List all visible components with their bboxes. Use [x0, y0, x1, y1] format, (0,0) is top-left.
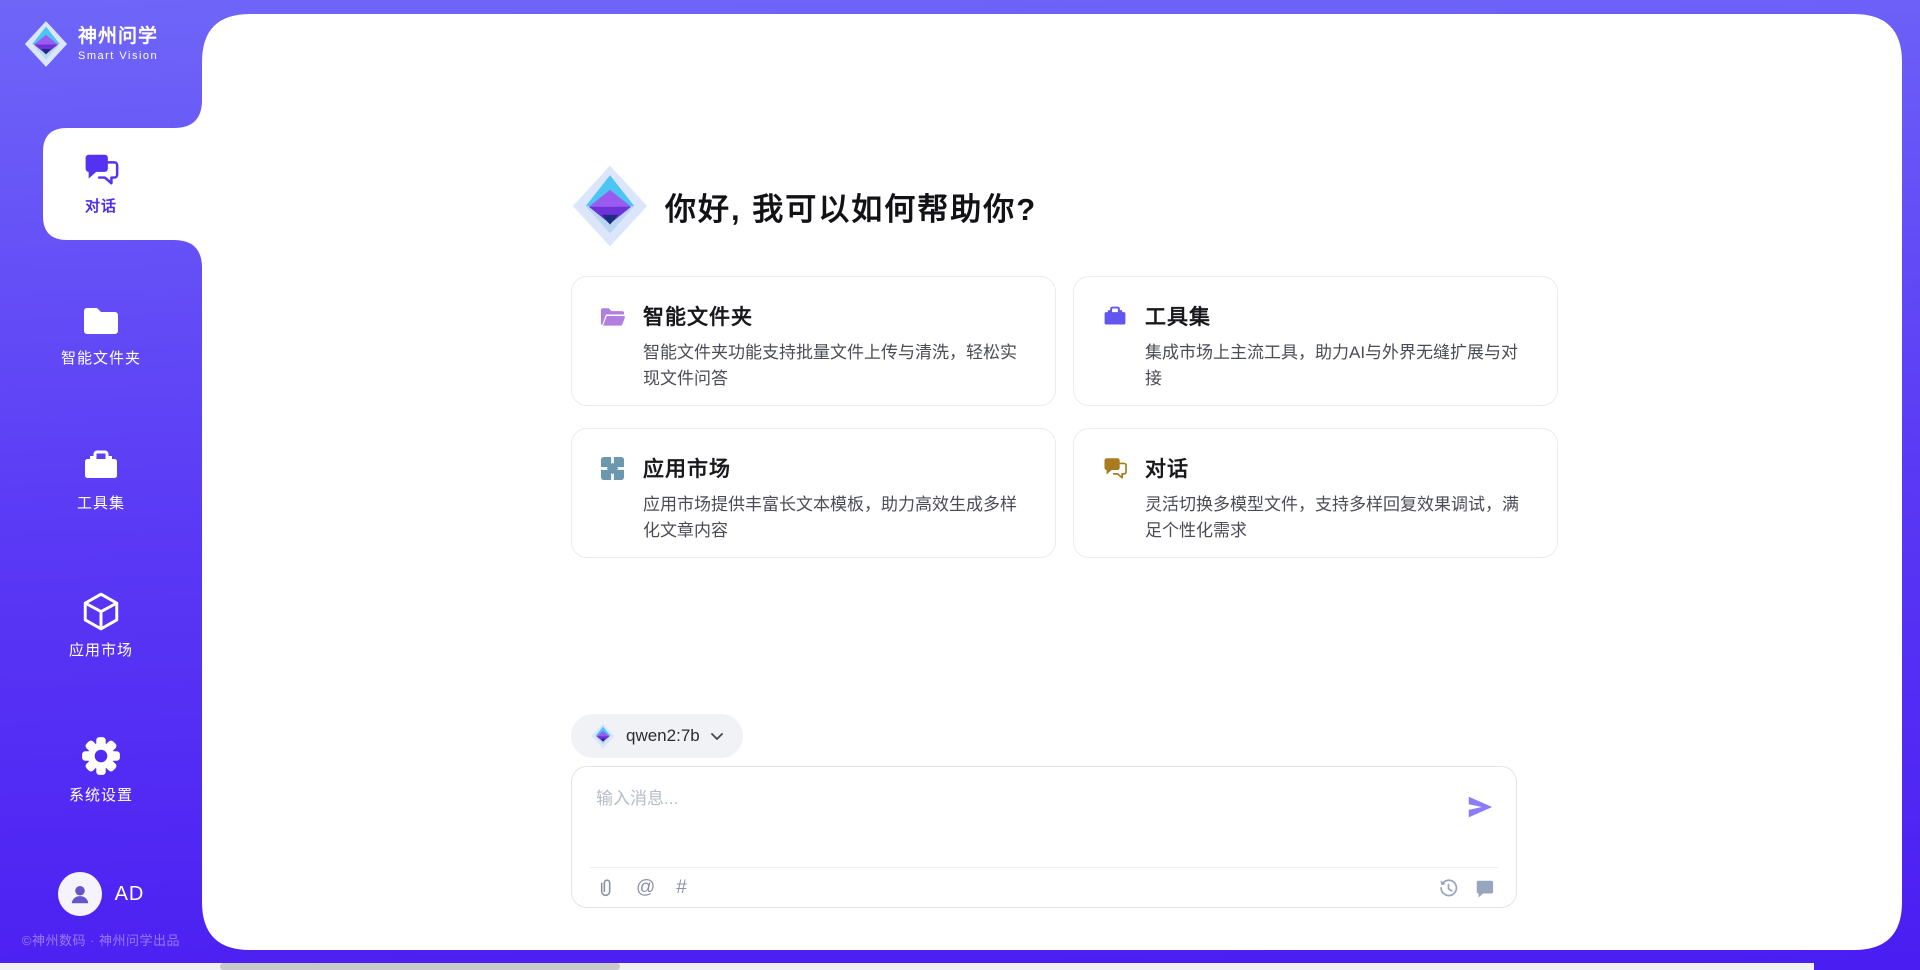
attach-button[interactable] — [596, 878, 615, 899]
card-head: 对话 — [1101, 453, 1531, 483]
model-selector[interactable]: qwen2:7b — [571, 714, 743, 758]
user-name: AD — [115, 883, 145, 906]
greeting: 你好, 我可以如何帮助你? — [571, 164, 1037, 248]
person-icon — [67, 881, 93, 907]
card-head: 智能文件夹 — [599, 301, 1029, 331]
user-chip[interactable]: AD — [0, 872, 202, 916]
mention-button[interactable]: @ — [636, 877, 655, 899]
hash-icon: # — [676, 877, 687, 899]
model-gem-icon — [591, 723, 615, 749]
gear-icon — [80, 735, 122, 777]
card-description: 集成市场上主流工具，助力AI与外界无缝扩展与对接 — [1145, 340, 1531, 393]
sidebar-item-app-market[interactable]: 应用市场 — [0, 580, 202, 660]
composer-tools-right — [1438, 878, 1494, 899]
chevron-down-icon — [711, 733, 723, 740]
send-icon — [1465, 792, 1495, 822]
feature-cards: 智能文件夹 智能文件夹功能支持批量文件上传与清洗，轻松实现文件问答 工具集 集成… — [571, 276, 1517, 558]
card-app-market[interactable]: 应用市场 应用市场提供丰富长文本模板，助力高效生成多样化文章内容 — [571, 428, 1056, 558]
sidebar-item-smart-folder[interactable]: 智能文件夹 — [0, 290, 202, 368]
quick-phrase-button[interactable] — [1474, 878, 1494, 898]
sidebar-item-settings[interactable]: 系统设置 — [0, 725, 202, 805]
at-icon: @ — [636, 877, 655, 899]
brand-text: 神州问学 Smart Vision — [78, 26, 158, 63]
card-head: 工具集 — [1101, 301, 1531, 331]
sidebar-item-label: 工具集 — [77, 492, 125, 513]
card-chat[interactable]: 对话 灵活切换多模型文件，支持多样回复效果调试，满足个性化需求 — [1073, 428, 1558, 558]
chat-icon — [82, 150, 120, 188]
card-title: 对话 — [1145, 453, 1189, 483]
sidebar-item-toolset[interactable]: 工具集 — [0, 435, 202, 513]
toolbox-icon — [1101, 303, 1128, 330]
message-input[interactable] — [596, 784, 1426, 856]
brand-gem-icon — [24, 20, 68, 68]
sidebar-item-label: 对话 — [85, 195, 117, 216]
chat-icon — [1101, 455, 1128, 482]
brand-title: 神州问学 — [78, 26, 158, 49]
horizontal-scrollbar — [0, 963, 1814, 970]
composer-toolbar: @ # — [596, 870, 1494, 906]
card-head: 应用市场 — [599, 453, 1029, 483]
brand-subtitle: Smart Vision — [78, 50, 158, 62]
grid-icon — [599, 455, 626, 482]
paperclip-icon — [596, 878, 615, 899]
scrollbar-thumb[interactable] — [220, 963, 620, 970]
message-bubble-icon — [1474, 878, 1494, 898]
toolbox-icon — [81, 445, 121, 485]
card-description: 应用市场提供丰富长文本模板，助力高效生成多样化文章内容 — [643, 492, 1029, 545]
sidebar-item-label: 系统设置 — [69, 784, 133, 805]
sidebar-item-label: 应用市场 — [69, 639, 133, 660]
sidebar: 神州问学 Smart Vision 对话 智能文件夹 工具集 应用市场 — [0, 0, 202, 970]
main-content: 你好, 我可以如何帮助你? 智能文件夹 智能文件夹功能支持批量文件上传与清洗，轻… — [0, 0, 1920, 970]
card-toolset[interactable]: 工具集 集成市场上主流工具，助力AI与外界无缝扩展与对接 — [1073, 276, 1558, 406]
card-title: 智能文件夹 — [643, 301, 753, 331]
card-smart-folder[interactable]: 智能文件夹 智能文件夹功能支持批量文件上传与清洗，轻松实现文件问答 — [571, 276, 1056, 406]
send-button[interactable] — [1464, 791, 1496, 823]
history-icon — [1438, 878, 1459, 899]
card-description: 智能文件夹功能支持批量文件上传与清洗，轻松实现文件问答 — [643, 340, 1029, 393]
history-button[interactable] — [1438, 878, 1459, 899]
topic-button[interactable]: # — [676, 877, 687, 899]
greeting-gem-icon — [571, 164, 649, 248]
avatar — [58, 872, 102, 916]
model-name: qwen2:7b — [626, 726, 700, 746]
sidebar-item-label: 智能文件夹 — [61, 347, 141, 368]
greeting-text: 你好, 我可以如何帮助你? — [665, 184, 1037, 229]
cube-icon — [80, 590, 122, 632]
message-composer: @ # — [571, 766, 1517, 908]
composer-tools-left: @ # — [596, 877, 687, 899]
composer-divider — [590, 867, 1498, 868]
card-title: 工具集 — [1145, 301, 1211, 331]
folder-icon — [81, 300, 121, 340]
card-title: 应用市场 — [643, 453, 731, 483]
app-root: 神州问学 Smart Vision 对话 智能文件夹 工具集 应用市场 — [0, 0, 1920, 970]
folder-open-icon — [599, 303, 626, 330]
copyright: ©神州数码 · 神州问学出品 — [0, 930, 202, 949]
brand-logo: 神州问学 Smart Vision — [24, 20, 158, 68]
card-description: 灵活切换多模型文件，支持多样回复效果调试，满足个性化需求 — [1145, 492, 1531, 545]
sidebar-item-chat[interactable]: 对话 — [0, 128, 202, 240]
